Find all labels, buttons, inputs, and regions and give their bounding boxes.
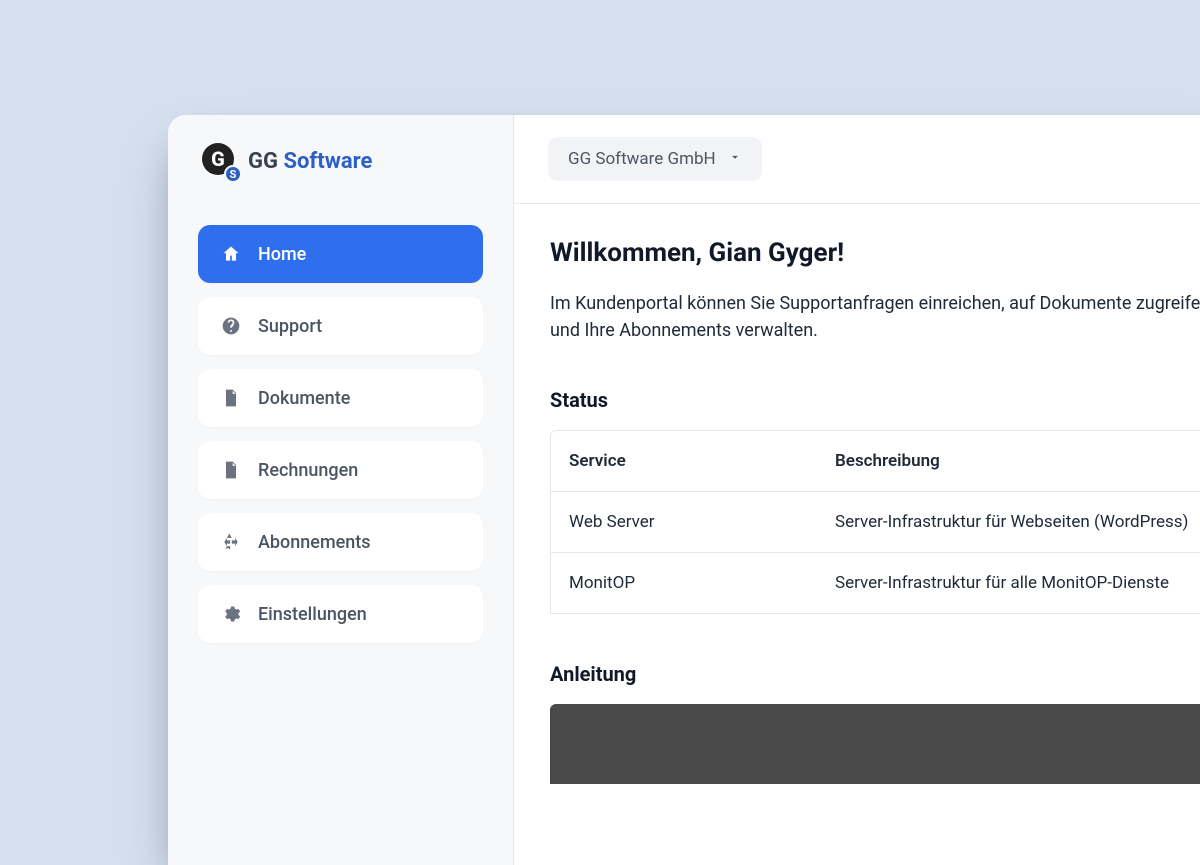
welcome-subtitle: Im Kundenportal können Sie Supportanfrag… bbox=[550, 290, 1200, 344]
sidebar-item-invoices[interactable]: Rechnungen bbox=[198, 441, 483, 499]
main-panel: GG Software GmbH Willkommen, Gian Gyger!… bbox=[514, 115, 1200, 865]
brand-mark-sub: S bbox=[224, 165, 242, 183]
invoice-icon bbox=[220, 459, 242, 481]
table-cell-description: Server-Infrastruktur für alle MonitOP-Di… bbox=[817, 553, 1200, 613]
sidebar-nav: Home Support Dokumente Rechnungen bbox=[198, 225, 483, 643]
table-cell-service: MonitOP bbox=[551, 553, 817, 613]
sidebar-item-support[interactable]: Support bbox=[198, 297, 483, 355]
topbar: GG Software GmbH bbox=[514, 115, 1200, 204]
sidebar-item-label: Home bbox=[258, 244, 306, 265]
table-row: Web Server Server-Infrastruktur für Webs… bbox=[551, 492, 1200, 553]
table-header-service: Service bbox=[551, 431, 817, 491]
brand-logo[interactable]: G S GG Software bbox=[198, 143, 483, 179]
sidebar-item-settings[interactable]: Einstellungen bbox=[198, 585, 483, 643]
brand-name-primary: GG bbox=[248, 149, 278, 174]
org-name: GG Software GmbH bbox=[568, 149, 716, 169]
sidebar: G S GG Software Home Support bbox=[168, 115, 514, 865]
guide-heading: Anleitung bbox=[550, 662, 1200, 686]
brand-name-accent: Software bbox=[283, 149, 372, 174]
home-icon bbox=[220, 243, 242, 265]
welcome-title: Willkommen, Gian Gyger! bbox=[550, 238, 1200, 268]
sidebar-item-label: Abonnements bbox=[258, 532, 371, 553]
table-cell-description: Server-Infrastruktur für Webseiten (Word… bbox=[817, 492, 1200, 552]
sidebar-item-label: Dokumente bbox=[258, 388, 350, 409]
app-window: G S GG Software Home Support bbox=[168, 115, 1200, 865]
brand-mark: G S bbox=[202, 143, 238, 179]
sidebar-item-home[interactable]: Home bbox=[198, 225, 483, 283]
table-cell-service: Web Server bbox=[551, 492, 817, 552]
chevron-down-icon bbox=[728, 149, 742, 169]
table-row: MonitOP Server-Infrastruktur für alle Mo… bbox=[551, 553, 1200, 613]
table-header-row: Service Beschreibung bbox=[551, 431, 1200, 492]
org-selector[interactable]: GG Software GmbH bbox=[548, 137, 762, 181]
recycle-icon bbox=[220, 531, 242, 553]
content-area: Willkommen, Gian Gyger! Im Kundenportal … bbox=[514, 204, 1200, 818]
sidebar-item-documents[interactable]: Dokumente bbox=[198, 369, 483, 427]
document-icon bbox=[220, 387, 242, 409]
status-table: Service Beschreibung Web Server Server-I… bbox=[550, 430, 1200, 614]
sidebar-item-label: Einstellungen bbox=[258, 604, 367, 625]
brand-name: GG Software bbox=[248, 149, 372, 174]
sidebar-item-label: Rechnungen bbox=[258, 460, 358, 481]
sidebar-item-subscriptions[interactable]: Abonnements bbox=[198, 513, 483, 571]
guide-media[interactable] bbox=[550, 704, 1200, 784]
table-header-description: Beschreibung bbox=[817, 431, 1200, 491]
status-heading: Status bbox=[550, 388, 1200, 412]
help-icon bbox=[220, 315, 242, 337]
gear-icon bbox=[220, 603, 242, 625]
sidebar-item-label: Support bbox=[258, 316, 322, 337]
